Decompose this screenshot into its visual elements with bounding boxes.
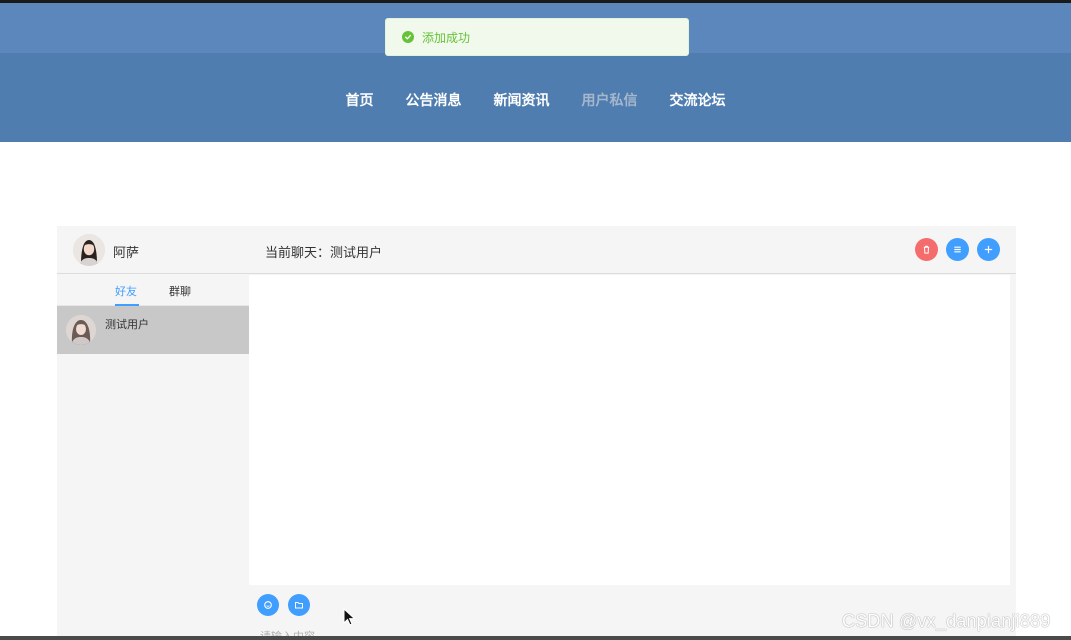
file-button[interactable] bbox=[288, 594, 310, 616]
add-friend-button[interactable] bbox=[977, 238, 1000, 261]
delete-chat-button[interactable] bbox=[915, 238, 938, 261]
contact-sidebar: 好友 群聊 测试用户 bbox=[57, 275, 249, 640]
avatar[interactable] bbox=[73, 234, 105, 266]
current-user-name: 阿萨 bbox=[113, 245, 140, 260]
message-area bbox=[249, 275, 1010, 585]
tab-groups[interactable]: 群聊 bbox=[169, 283, 191, 299]
contact-name: 测试用户 bbox=[105, 319, 149, 331]
main-nav: 首页 公告消息 新闻资讯 用户私信 交流论坛 bbox=[0, 89, 1071, 111]
success-toast: 添加成功 bbox=[385, 18, 689, 56]
nav-announcements[interactable]: 公告消息 bbox=[406, 89, 462, 111]
nav-forum[interactable]: 交流论坛 bbox=[670, 89, 726, 111]
contact-tabs: 好友 群聊 bbox=[57, 275, 249, 306]
avatar bbox=[66, 315, 96, 345]
toast-message: 添加成功 bbox=[422, 30, 471, 45]
chat-panel: 阿萨 当前聊天：测试用户 好友 群聊 测试用户 bbox=[57, 226, 1016, 640]
chat-header: 阿萨 当前聊天：测试用户 bbox=[57, 226, 1016, 274]
chat-title: 当前聊天：测试用户 bbox=[265, 242, 382, 261]
chat-title-prefix: 当前聊天： bbox=[265, 245, 331, 260]
check-circle-icon bbox=[402, 31, 414, 43]
mouse-cursor-icon bbox=[343, 608, 356, 626]
tab-friends[interactable]: 好友 bbox=[115, 283, 137, 299]
member-list-button[interactable] bbox=[946, 238, 969, 261]
folder-icon bbox=[295, 602, 303, 609]
watermark: CSDN @vx_danpianji889 bbox=[842, 611, 1051, 631]
emoji-icon bbox=[264, 601, 272, 609]
nav-news[interactable]: 新闻资讯 bbox=[494, 89, 550, 111]
chat-title-user: 测试用户 bbox=[330, 245, 383, 260]
window-bottom-border bbox=[0, 636, 1071, 640]
trash-icon bbox=[923, 245, 930, 254]
nav-private-messages[interactable]: 用户私信 bbox=[582, 89, 638, 111]
plus-icon bbox=[984, 245, 993, 254]
emoji-button[interactable] bbox=[257, 594, 279, 616]
list-icon bbox=[954, 246, 961, 253]
list-item[interactable]: 测试用户 bbox=[57, 306, 249, 354]
nav-home[interactable]: 首页 bbox=[346, 89, 374, 111]
